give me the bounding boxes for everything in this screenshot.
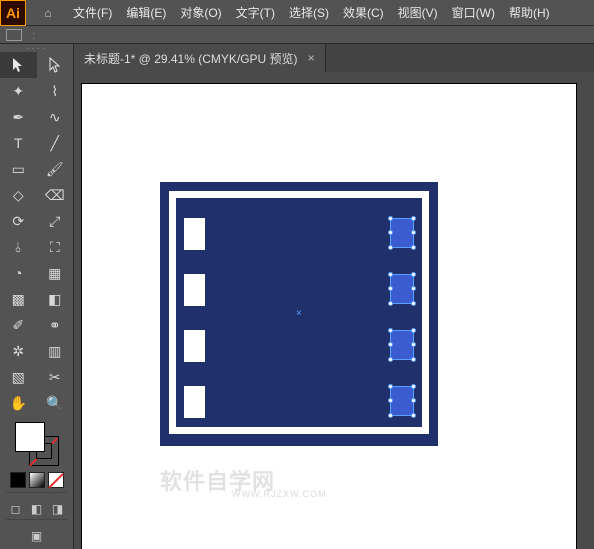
home-icon[interactable]: ⌂	[38, 6, 58, 20]
control-divider: :	[32, 28, 35, 42]
tab-close-button[interactable]: ×	[308, 51, 315, 65]
type-tool[interactable]: T	[0, 130, 37, 156]
selected-object[interactable]	[390, 330, 414, 360]
artwork-background: ×	[160, 182, 438, 446]
selection-handle[interactable]	[411, 301, 416, 306]
lasso-tool[interactable]: ⌇	[37, 78, 74, 104]
selection-handle[interactable]	[411, 413, 416, 418]
menu-bar: Ai ⌂ 文件(F) 编辑(E) 对象(O) 文字(T) 选择(S) 效果(C)…	[0, 0, 594, 26]
control-placeholder[interactable]	[6, 29, 22, 41]
hand-tool[interactable]: ✋	[0, 390, 37, 416]
paintbrush-tool[interactable]: 🖌	[37, 156, 74, 182]
rotate-tool[interactable]: ⟳	[0, 208, 37, 234]
draw-normal-button[interactable]: ◻	[6, 499, 25, 519]
menu-window[interactable]: 窗口(W)	[445, 4, 502, 21]
tool-panel-grip[interactable]	[0, 44, 73, 52]
screen-mode-button[interactable]: ▣	[27, 526, 47, 546]
selection-handle[interactable]	[388, 328, 393, 333]
selection-handle[interactable]	[411, 398, 416, 403]
tab-bar: 未标题-1* @ 29.41% (CMYK/GPU 预览) ×	[74, 44, 594, 72]
perspective-grid-tool[interactable]: ▦	[37, 260, 74, 286]
scale-tool[interactable]: ⤢	[37, 208, 74, 234]
fill-swatch[interactable]	[15, 422, 45, 452]
selection-handle[interactable]	[411, 342, 416, 347]
eraser-tool[interactable]: ⌫	[37, 182, 74, 208]
selection-handle[interactable]	[411, 328, 416, 333]
shape-builder-tool[interactable]: ◔	[0, 260, 37, 286]
artboard-tool[interactable]: ▧	[0, 364, 37, 390]
selection-handle[interactable]	[388, 301, 393, 306]
zoom-tool[interactable]: 🔍	[37, 390, 74, 416]
selection-handle[interactable]	[388, 245, 393, 250]
menu-effect[interactable]: 效果(C)	[336, 4, 391, 21]
gradient-mode-button[interactable]	[29, 472, 45, 488]
selection-handle[interactable]	[411, 357, 416, 362]
document-area: 未标题-1* @ 29.41% (CMYK/GPU 预览) ×	[74, 44, 594, 549]
selection-tool[interactable]	[0, 52, 37, 78]
eyedropper-tool[interactable]: ✐	[0, 312, 37, 338]
selected-object[interactable]	[390, 218, 414, 248]
column-graph-tool[interactable]: ▥	[37, 338, 74, 364]
width-tool[interactable]: ⫰	[0, 234, 37, 260]
free-transform-tool[interactable]: ⛶	[37, 234, 74, 260]
selection-handle[interactable]	[388, 384, 393, 389]
shaper-tool[interactable]: ◇	[0, 182, 37, 208]
slice-tool[interactable]: ✂	[37, 364, 74, 390]
selection-handle[interactable]	[388, 230, 393, 235]
tool-panel: ✦ ⌇ ✒ ∿ T ╱ ▭ 🖌 ◇ ⌫ ⟳ ⤢ ⫰ ⛶ ◔ ▦ ▩ ◧ ✐ ⚭	[0, 44, 74, 549]
selection-handle[interactable]	[411, 272, 416, 277]
film-notch-left	[184, 218, 205, 250]
curvature-tool[interactable]: ∿	[37, 104, 74, 130]
menu-edit[interactable]: 编辑(E)	[119, 4, 173, 21]
selection-handle[interactable]	[388, 357, 393, 362]
selection-handle[interactable]	[388, 216, 393, 221]
selection-handle[interactable]	[411, 216, 416, 221]
mesh-tool[interactable]: ▩	[0, 286, 37, 312]
symbol-sprayer-tool[interactable]: ✲	[0, 338, 37, 364]
color-mode-button[interactable]	[10, 472, 26, 488]
menu-view[interactable]: 视图(V)	[391, 4, 445, 21]
control-bar: :	[0, 26, 594, 44]
menu-object[interactable]: 对象(O)	[173, 4, 228, 21]
blend-tool[interactable]: ⚭	[37, 312, 74, 338]
fill-stroke-swatch[interactable]	[15, 422, 59, 466]
magic-wand-tool[interactable]: ✦	[0, 78, 37, 104]
selection-handle[interactable]	[411, 245, 416, 250]
gradient-tool[interactable]: ◧	[37, 286, 74, 312]
menu-type[interactable]: 文字(T)	[229, 4, 282, 21]
selection-handle[interactable]	[388, 342, 393, 347]
selected-object[interactable]	[390, 274, 414, 304]
draw-behind-button[interactable]: ◧	[27, 499, 46, 519]
selection-center-icon: ×	[296, 308, 302, 319]
selection-handle[interactable]	[388, 286, 393, 291]
direct-selection-tool[interactable]	[37, 52, 74, 78]
draw-inside-button[interactable]: ◨	[48, 499, 67, 519]
selection-handle[interactable]	[388, 398, 393, 403]
rectangle-tool[interactable]: ▭	[0, 156, 37, 182]
canvas-viewport[interactable]: × 软件自学网 WWW.RJZXW.COM	[74, 72, 594, 549]
selection-handle[interactable]	[388, 272, 393, 277]
app-logo: Ai	[0, 0, 26, 26]
film-notch-left	[184, 274, 205, 306]
selection-handle[interactable]	[411, 230, 416, 235]
none-mode-button[interactable]	[48, 472, 64, 488]
watermark-url: WWW.RJZXW.COM	[232, 489, 326, 499]
selection-handle[interactable]	[411, 384, 416, 389]
film-notch-left	[184, 386, 205, 418]
artboard: × 软件自学网 WWW.RJZXW.COM	[82, 84, 576, 549]
pen-tool[interactable]: ✒	[0, 104, 37, 130]
line-tool[interactable]: ╱	[37, 130, 74, 156]
menu-help[interactable]: 帮助(H)	[502, 4, 557, 21]
document-tab[interactable]: 未标题-1* @ 29.41% (CMYK/GPU 预览) ×	[74, 44, 326, 72]
selected-object[interactable]	[390, 386, 414, 416]
film-notch-left	[184, 330, 205, 362]
tab-title: 未标题-1* @ 29.41% (CMYK/GPU 预览)	[84, 50, 298, 67]
selection-handle[interactable]	[411, 286, 416, 291]
menu-file[interactable]: 文件(F)	[66, 4, 119, 21]
menu-select[interactable]: 选择(S)	[282, 4, 336, 21]
selection-handle[interactable]	[388, 413, 393, 418]
